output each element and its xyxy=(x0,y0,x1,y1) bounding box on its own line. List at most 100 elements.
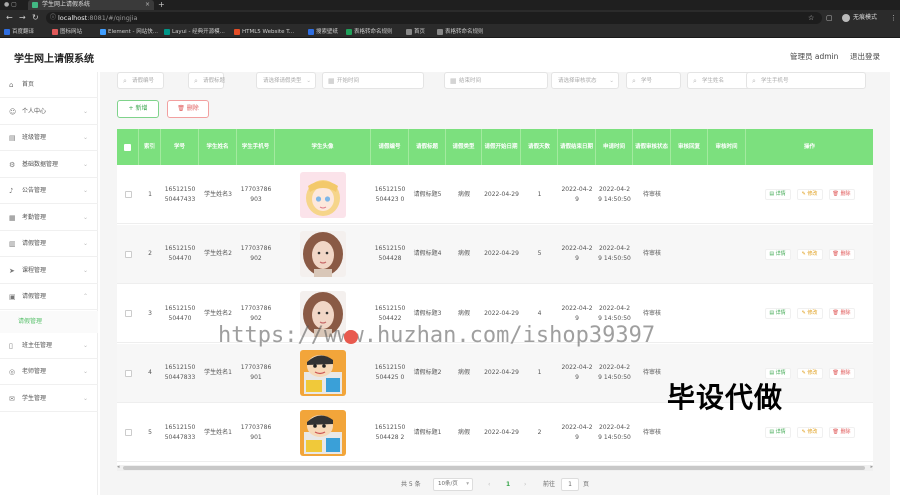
sidebar-item[interactable]: ♪ 公告管理 ⌄ xyxy=(0,178,98,204)
search-icon: ⌕ xyxy=(693,77,697,85)
bookmark-item[interactable]: 表格转命名规则 xyxy=(346,26,393,38)
bookmark-item[interactable]: Element - 网站快... xyxy=(100,26,158,38)
search-icon: ⌕ xyxy=(194,77,198,85)
sidebar-item[interactable]: ⚙ 基础数据管理 ⌄ xyxy=(0,152,98,178)
edit-button[interactable]: ✎ 修改 xyxy=(796,189,823,200)
edit-button[interactable]: ✎ 修改 xyxy=(796,248,823,260)
tab-close-icon[interactable]: × xyxy=(145,0,150,10)
cell-avatar xyxy=(275,165,371,224)
filter-select[interactable]: 请选择审核状态 ⌄ xyxy=(551,72,619,89)
sidebar-item[interactable]: ⌂ 首页 xyxy=(0,72,98,98)
cell-text: 1 xyxy=(148,190,152,198)
filter-input[interactable]: ⌕ 学号 xyxy=(626,72,681,89)
filter-input[interactable]: ⌕ 请假标题 xyxy=(188,72,225,89)
view-button[interactable]: ▤ 详情 xyxy=(764,308,791,319)
sidebar-item[interactable]: ▤ 班级管理 ⌄ xyxy=(0,125,98,151)
bookmark-item[interactable]: 表格转命名规则 xyxy=(437,26,484,38)
next-page-button[interactable]: › xyxy=(524,480,526,490)
cell-text: 17703786901 xyxy=(240,423,272,441)
window-icon[interactable]: ▢ xyxy=(826,13,833,23)
bookmark-item[interactable]: 图标网站 xyxy=(52,26,82,38)
edit-button[interactable]: ✎ 修改 xyxy=(796,308,823,319)
view-button[interactable]: ▤ 详情 xyxy=(764,248,791,260)
prev-page-button[interactable]: ‹ xyxy=(488,480,490,490)
bookmark-item[interactable]: Layui - 经典开源模... xyxy=(164,26,225,38)
chevron-down-icon: ▾ xyxy=(466,481,469,487)
forward-icon[interactable]: → xyxy=(19,13,26,23)
browser-tab[interactable]: 学生网上请假系统 × xyxy=(28,0,154,10)
info-icon[interactable]: ⓘ xyxy=(50,12,56,24)
row-checkbox[interactable] xyxy=(124,310,132,317)
sidebar-item-label: 考勤管理 xyxy=(22,213,47,221)
view-button[interactable]: ▤ 详情 xyxy=(764,427,791,438)
user-icon: ☺ xyxy=(9,107,17,116)
cell-audit-time xyxy=(708,165,746,224)
action-label: 删除 xyxy=(840,250,851,257)
view-button[interactable]: ▤ 详情 xyxy=(764,189,791,200)
row-checkbox[interactable] xyxy=(124,191,132,198)
delete-row-button[interactable]: 🗑 删除 xyxy=(828,248,855,260)
row-checkbox[interactable] xyxy=(124,369,132,377)
filter-placeholder: 请选择审核状态 xyxy=(558,78,597,84)
delete-row-button[interactable]: 🗑 删除 xyxy=(828,189,855,200)
cell-text: 请假标题4 xyxy=(413,250,442,257)
delete-row-button[interactable]: 🗑 删除 xyxy=(828,308,855,319)
bookmark-item[interactable]: 首页 xyxy=(406,26,425,38)
bookmark-item[interactable]: 搜索壁纸 xyxy=(308,26,338,38)
add-button[interactable]: + 新增 xyxy=(117,100,159,118)
app-title: 学生网上请假系统 xyxy=(14,54,94,65)
bookmark-item[interactable]: 百度翻译 xyxy=(4,26,34,38)
action-label: 修改 xyxy=(807,429,818,435)
select-all-checkbox[interactable] xyxy=(124,143,131,151)
watermark-logo xyxy=(344,330,358,344)
column-header: 请假开始日期 xyxy=(482,129,521,165)
filter-input[interactable]: ⌕ 请假编号 xyxy=(117,72,164,89)
select-all-cell[interactable] xyxy=(117,129,139,165)
sidebar-item[interactable]: ▦ 考勤管理 ⌄ xyxy=(0,205,98,231)
page-number-current[interactable]: 1 xyxy=(506,480,510,490)
sidebar-item[interactable]: ☺ 个人中心 ⌄ xyxy=(0,99,98,125)
delete-row-button[interactable]: 🗑 删除 xyxy=(828,367,855,379)
sidebar-item[interactable]: ▯ 班主任管理 ⌄ xyxy=(0,333,98,359)
sidebar-item[interactable]: ▣ 请假管理 ⌃ xyxy=(0,284,98,310)
sidebar-subitem[interactable]: 请假管理 xyxy=(0,310,98,333)
edit-button[interactable]: ✎ 修改 xyxy=(796,367,823,379)
page-size-select[interactable]: 10条/页 ▾ xyxy=(433,478,473,491)
edit-button[interactable]: ✎ 修改 xyxy=(796,427,823,438)
reload-icon[interactable]: ↻ xyxy=(32,13,39,23)
table-header: 索引 学号 学生姓名 学生手机号 学生头像 请假编号 请假标题 请假类型 请假开始日期 请假天数 请… xyxy=(117,129,873,165)
bookmark-label: 首页 xyxy=(414,29,426,35)
horizontal-scrollbar[interactable]: ◂ ▸ xyxy=(117,464,873,471)
new-tab-button[interactable]: + xyxy=(158,0,165,10)
cell-text: 2022-04-29 xyxy=(484,369,519,376)
column-header: 请假天数 xyxy=(521,129,558,165)
filter-select[interactable]: 请选择请假类型 ⌄ xyxy=(256,72,316,89)
window-menu-icon[interactable]: ● ▢ xyxy=(4,1,17,8)
incognito-profile[interactable]: 无痕模式 xyxy=(842,12,877,24)
sidebar-item[interactable]: ▥ 请假管理 ⌄ xyxy=(0,231,98,257)
row-checkbox[interactable] xyxy=(124,429,132,436)
scroll-left-icon[interactable]: ◂ xyxy=(117,464,120,470)
filter-date[interactable]: ▦ 开始时间 xyxy=(322,72,424,89)
goto-label: 前往 xyxy=(543,481,556,488)
back-icon[interactable]: ← xyxy=(6,13,13,23)
menu-dots-icon[interactable]: ⋮ xyxy=(890,13,897,23)
column-header-label: 请假开始日期 xyxy=(484,143,518,150)
cell-audit-time xyxy=(708,225,746,284)
sidebar-item[interactable]: ◎ 老师管理 ⌄ xyxy=(0,359,98,385)
logout-link[interactable]: 退出登录 xyxy=(850,51,880,62)
scrollbar-thumb[interactable] xyxy=(123,466,865,470)
goto-page-input[interactable]: 1 xyxy=(561,478,579,491)
sidebar-item[interactable]: ➤ 课程管理 ⌄ xyxy=(0,258,98,284)
delete-button[interactable]: 🗑 删除 xyxy=(167,100,209,118)
scroll-right-icon[interactable]: ▸ xyxy=(870,464,873,470)
filter-date[interactable]: ▦ 结束时间 xyxy=(444,72,548,89)
cell-index: 5 xyxy=(139,403,161,462)
bookmark-item[interactable]: HTML5 Website T... xyxy=(234,26,294,38)
sidebar-item[interactable]: ✉ 学生管理 ⌄ xyxy=(0,386,98,412)
row-checkbox[interactable] xyxy=(124,250,132,258)
delete-row-button[interactable]: 🗑 删除 xyxy=(828,427,855,438)
filter-input[interactable]: ⌕ 学生手机号 xyxy=(746,72,866,89)
url-input[interactable]: ⓘ localhost:8081/#/qingjia xyxy=(46,12,822,24)
bookmark-star-icon[interactable]: ☆ xyxy=(808,13,814,23)
